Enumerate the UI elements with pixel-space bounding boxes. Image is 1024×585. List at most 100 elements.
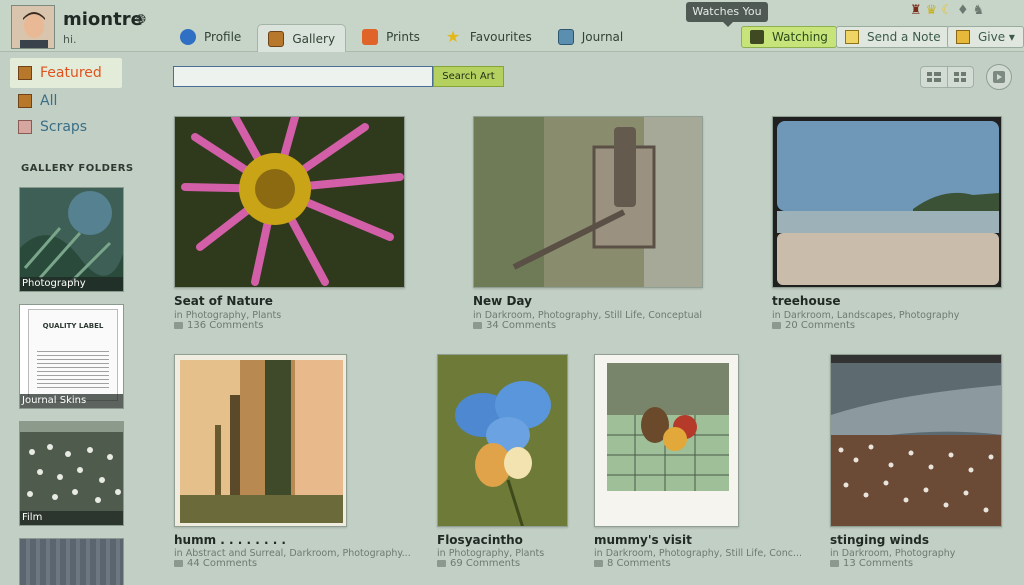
deviation-thumbnail[interactable] — [174, 116, 405, 288]
deviation-comments[interactable]: 8 Comments — [594, 558, 671, 569]
tab-journal[interactable]: Journal — [548, 24, 634, 50]
binoculars-icon — [750, 30, 764, 44]
header: miontre ❂ hi. Profile Gallery Prints ★ F… — [0, 0, 1024, 52]
deviation-title[interactable]: treehouse — [772, 294, 841, 308]
deviation-comments[interactable]: 34 Comments — [473, 320, 556, 331]
watches-you-tooltip: Watches You — [686, 2, 768, 27]
deviation-comments[interactable]: 69 Comments — [437, 558, 520, 569]
watching-button[interactable]: Watching — [741, 26, 837, 48]
folder-film[interactable]: Film — [19, 421, 124, 526]
deviation-thumbnail[interactable] — [174, 354, 347, 527]
coastal-flowers-image — [831, 355, 1001, 526]
comment-icon — [437, 559, 446, 567]
gift-icon — [956, 30, 970, 44]
user-tagline: hi. — [63, 33, 77, 46]
comments-count: 69 Comments — [450, 558, 521, 569]
avatar-image — [12, 6, 54, 48]
note-icon — [845, 30, 859, 44]
comment-icon — [174, 321, 183, 329]
folder-journal-skins[interactable]: QUALITY LABEL Journal Skins — [19, 304, 124, 409]
figure-icon: ♜ — [910, 3, 922, 18]
deviation-title[interactable]: humm . . . . . . . . — [174, 533, 286, 547]
deviation-title[interactable]: mummy's visit — [594, 533, 692, 547]
tab-favourites[interactable]: ★ Favourites — [436, 24, 542, 50]
journal-skin-title: QUALITY LABEL — [42, 322, 104, 330]
gallery-icon — [18, 94, 32, 108]
deviation-thumbnail[interactable] — [437, 354, 568, 527]
deviation-comments[interactable]: 136 Comments — [174, 320, 263, 331]
send-note-button[interactable]: Send a Note — [836, 26, 950, 48]
tab-profile-label: Profile — [204, 30, 242, 44]
info-icon — [180, 29, 196, 45]
deviation-thumbnail[interactable] — [830, 354, 1002, 527]
deviation-comments[interactable]: 20 Comments — [772, 320, 855, 331]
hook-image — [474, 117, 702, 287]
sidebar-item-scraps[interactable]: Scraps — [10, 114, 122, 140]
give-button[interactable]: Give ▾ — [947, 26, 1024, 48]
trophy-icon: ♛ — [925, 3, 938, 18]
send-note-label: Send a Note — [867, 30, 941, 44]
folder-thumbnail: QUALITY LABEL — [28, 309, 118, 401]
gallery-icon — [268, 30, 285, 47]
comments-count: 8 Comments — [607, 558, 671, 569]
comment-icon — [473, 321, 482, 329]
star-icon: ★ — [445, 27, 461, 46]
folder-photography[interactable]: Photography — [19, 187, 124, 292]
tab-journal-label: Journal — [581, 30, 624, 44]
profile-tabs: Profile Gallery Prints ★ Favourites Jour… — [170, 24, 639, 52]
deviation-thumbnail[interactable] — [473, 116, 703, 288]
user-badge-icon: ❂ — [136, 12, 147, 26]
comments-count: 44 Comments — [187, 558, 258, 569]
tab-profile[interactable]: Profile — [170, 24, 251, 50]
list-view-icon[interactable] — [921, 67, 947, 87]
folder-label: Photography — [20, 277, 123, 291]
search-art-button[interactable]: Search Art — [433, 66, 504, 87]
slideshow-play-icon[interactable] — [986, 64, 1012, 90]
deviation-title[interactable]: Flosyacintho — [437, 533, 523, 547]
forest-image — [180, 360, 343, 523]
sidebar-item-label: Featured — [40, 65, 102, 81]
grid-view-icon[interactable] — [946, 67, 974, 87]
folder-label: Film — [20, 511, 123, 525]
tab-prints-label: Prints — [386, 30, 420, 44]
comment-icon — [772, 321, 781, 329]
comments-count: 136 Comments — [187, 320, 264, 331]
comment-icon — [830, 559, 839, 567]
deviation-title[interactable]: New Day — [473, 294, 532, 308]
tab-favourites-label: Favourites — [469, 30, 532, 44]
gallery-folders-title: GALLERY FOLDERS — [21, 163, 134, 174]
avatar[interactable] — [11, 5, 55, 49]
comments-count: 13 Comments — [843, 558, 914, 569]
search-input[interactable] — [173, 66, 433, 87]
folder-untitled[interactable] — [19, 538, 124, 585]
give-label: Give ▾ — [978, 30, 1015, 44]
tab-gallery-label: Gallery — [292, 31, 336, 46]
watching-label: Watching — [772, 30, 828, 44]
deviation-comments[interactable]: 44 Comments — [174, 558, 257, 569]
comments-count: 20 Comments — [785, 320, 856, 331]
beach-image — [773, 117, 1001, 287]
sidebar-item-all[interactable]: All — [10, 88, 122, 114]
banana-icon: ☾ — [941, 3, 953, 18]
llama-icon: ♞ — [972, 3, 985, 18]
flower-image — [175, 117, 404, 287]
comments-count: 34 Comments — [486, 320, 557, 331]
prints-bag-icon — [362, 29, 379, 45]
folder-label: Journal Skins — [20, 394, 123, 408]
pansy-image — [438, 355, 567, 526]
featured-gallery-icon — [18, 66, 32, 80]
gallery-nav: Featured All Scraps — [10, 58, 122, 140]
deviation-thumbnail[interactable] — [772, 116, 1002, 288]
deviation-comments[interactable]: 13 Comments — [830, 558, 913, 569]
deviation-title[interactable]: stinging winds — [830, 533, 929, 547]
tab-prints[interactable]: Prints — [352, 24, 430, 50]
deviation-thumbnail[interactable] — [594, 354, 739, 527]
folder-thumbnail — [20, 539, 123, 585]
sidebar-item-label: Scraps — [40, 119, 88, 135]
view-mode-toggle — [920, 66, 974, 88]
sidebar-item-featured[interactable]: Featured — [10, 58, 122, 88]
tab-gallery[interactable]: Gallery — [257, 24, 347, 52]
comment-icon — [594, 559, 603, 567]
deviation-title[interactable]: Seat of Nature — [174, 294, 273, 308]
username[interactable]: miontre — [63, 9, 143, 30]
